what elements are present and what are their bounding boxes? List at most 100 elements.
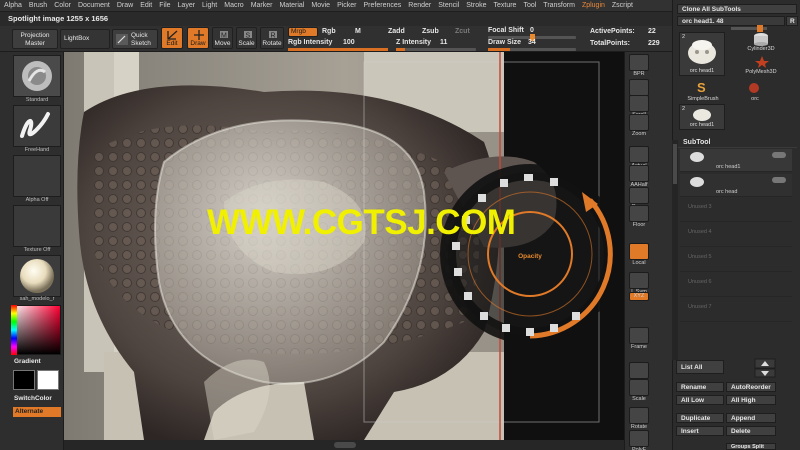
menu-item-edit[interactable]: Edit	[140, 2, 152, 9]
menu-item-marker[interactable]: Marker	[251, 2, 273, 9]
move-button[interactable]: M Move	[212, 27, 233, 49]
main-color-swatch[interactable]	[13, 370, 35, 390]
orc-label[interactable]: orc	[733, 96, 777, 102]
simplebrush-label[interactable]: SimpleBrush	[679, 96, 727, 102]
zadd-toggle[interactable]: Zadd	[388, 28, 405, 35]
gradient-label[interactable]: Gradient	[14, 358, 41, 365]
mrgb-button[interactable]: Mrgb	[288, 27, 318, 37]
subtool-scroll-thumb[interactable]	[673, 144, 677, 184]
edit-button[interactable]: Edit	[161, 27, 183, 49]
auto-reorder-button[interactable]: AutoReorder	[726, 382, 776, 392]
shelf-spix-button[interactable]	[629, 79, 649, 96]
shelf-bpr-button[interactable]	[629, 54, 649, 71]
dial-icon[interactable]	[464, 292, 472, 300]
menu-item-layer[interactable]: Layer	[178, 2, 196, 9]
brush-standard-tile[interactable]	[13, 55, 61, 97]
menu-item-zplugin[interactable]: Zplugin	[582, 2, 605, 9]
tool-thumb-main[interactable]: 2 orc head1	[679, 32, 725, 76]
shelf-zoom-button[interactable]	[629, 114, 649, 131]
texture-tile[interactable]	[13, 205, 61, 247]
shelf-move-button[interactable]	[629, 362, 649, 379]
menu-item-draw[interactable]: Draw	[117, 2, 133, 9]
menu-item-color[interactable]: Color	[54, 2, 71, 9]
menu-item-picker[interactable]: Picker	[337, 2, 356, 9]
shelf-rotate-button[interactable]	[629, 407, 649, 424]
color-picker[interactable]	[11, 305, 61, 355]
subtool-header[interactable]: SubTool	[677, 138, 797, 148]
groups-split-button[interactable]: Groups Split	[726, 443, 776, 450]
subtool-row[interactable]: orc head	[680, 174, 792, 197]
canvas-scroll-bar[interactable]	[64, 440, 624, 450]
orc-mini-icon[interactable]	[747, 82, 761, 94]
document-canvas[interactable]: Opacity WWW.CGTSJ.COM	[64, 52, 624, 440]
move-up-arrow-icon[interactable]	[754, 358, 776, 378]
alpha-tile[interactable]	[13, 155, 61, 197]
menu-item-stencil[interactable]: Stencil	[438, 2, 459, 9]
subtool-row[interactable]: Unused 5	[680, 249, 792, 272]
material-tile[interactable]	[13, 255, 61, 297]
menu-item-movie[interactable]: Movie	[311, 2, 330, 9]
draw-size-slider[interactable]: Draw Size 34	[488, 39, 584, 51]
lightbox-button[interactable]: LightBox	[60, 29, 110, 49]
shelf-scroll-button[interactable]	[629, 95, 649, 112]
menu-item-texture[interactable]: Texture	[493, 2, 516, 9]
dial-icon[interactable]	[502, 324, 510, 332]
scale-button[interactable]: S Scale	[236, 27, 257, 49]
switch-color-button[interactable]: SwitchColor	[14, 395, 52, 402]
alternate-button[interactable]: Alternate	[13, 407, 61, 417]
polymesh-star-icon[interactable]	[755, 56, 769, 68]
cylinder3d-label[interactable]: Cylinder3D	[729, 46, 793, 52]
dial-icon[interactable]	[550, 178, 558, 186]
rename-button[interactable]: Rename	[676, 382, 724, 392]
rotate-button[interactable]: R Rotate	[260, 27, 284, 49]
menu-item-macro[interactable]: Macro	[224, 2, 243, 9]
menu-item-preferences[interactable]: Preferences	[364, 2, 402, 9]
dial-icon[interactable]	[454, 268, 462, 276]
dial-icon[interactable]	[500, 179, 508, 187]
shelf-scale-button[interactable]	[629, 379, 649, 396]
all-low-button[interactable]: All Low	[676, 395, 724, 405]
menu-item-file[interactable]: File	[159, 2, 170, 9]
visibility-eye-icon[interactable]	[772, 177, 786, 183]
shelf-local-button[interactable]	[629, 243, 649, 260]
tool-slider[interactable]	[731, 25, 767, 32]
subtool-row[interactable]: orc head1	[680, 149, 792, 172]
dial-icon[interactable]	[452, 242, 460, 250]
focal-shift-slider[interactable]: Focal Shift 0	[488, 27, 584, 41]
shelf-l-sym-button[interactable]	[629, 272, 649, 289]
subtool-row[interactable]: Unused 7	[680, 299, 792, 322]
menu-item-material[interactable]: Material	[279, 2, 304, 9]
draw-button[interactable]: Draw	[187, 27, 209, 49]
shelf-actual-button[interactable]	[629, 146, 649, 163]
subtool-row[interactable]: Unused 6	[680, 274, 792, 297]
list-all-button[interactable]: List All	[676, 360, 724, 374]
current-tool-field[interactable]: orc head1. 48	[677, 16, 785, 26]
shelf-aahalf-button[interactable]	[629, 165, 649, 182]
menu-item-light[interactable]: Light	[202, 2, 217, 9]
projection-master-button[interactable]: Projection Master	[12, 29, 58, 49]
menu-item-transform[interactable]: Transform	[543, 2, 575, 9]
shelf-floor-button[interactable]	[629, 205, 649, 222]
menu-item-stroke[interactable]: Stroke	[466, 2, 486, 9]
menu-item-zscript[interactable]: Zscript	[612, 2, 633, 9]
shelf-polyf-button[interactable]	[629, 430, 649, 447]
menu-item-alpha[interactable]: Alpha	[4, 2, 22, 9]
menu-item-document[interactable]: Document	[78, 2, 110, 9]
polymesh3d-label[interactable]: PolyMesh3D	[729, 69, 793, 75]
menu-item-brush[interactable]: Brush	[29, 2, 47, 9]
zsub-toggle[interactable]: Zsub	[422, 28, 439, 35]
m-toggle[interactable]: M	[355, 28, 361, 35]
shelf-frame-button[interactable]	[629, 327, 649, 344]
delete-button[interactable]: Delete	[726, 426, 776, 436]
cylinder-icon[interactable]	[751, 32, 771, 46]
subtool-scrollbar[interactable]	[672, 140, 678, 360]
subtool-row[interactable]: Unused 4	[680, 224, 792, 247]
secondary-color-swatch[interactable]	[37, 370, 59, 390]
dial-icon[interactable]	[550, 324, 558, 332]
dial-icon[interactable]	[480, 312, 488, 320]
all-high-button[interactable]: All High	[726, 395, 776, 405]
menu-item-tool[interactable]: Tool	[523, 2, 536, 9]
clone-all-subtools-button[interactable]: Clone All SubTools	[677, 4, 797, 14]
dial-icon[interactable]	[478, 194, 486, 202]
rgb-toggle[interactable]: Rgb	[322, 28, 336, 35]
